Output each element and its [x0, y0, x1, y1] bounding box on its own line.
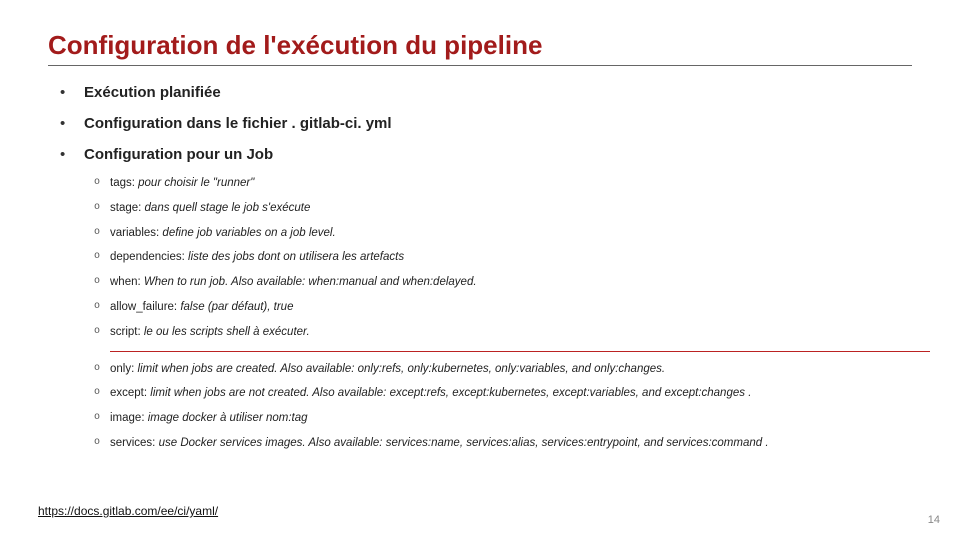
sub-item-tags: tags: pour choisir le "runner": [110, 177, 912, 191]
main-list: Exécution planifiée Configuration dans l…: [48, 84, 912, 163]
sub-item-image: image: image docker à utiliser nom:tag: [110, 412, 912, 426]
sub-list-2: only: limit when jobs are created. Also …: [48, 363, 912, 451]
slide: Configuration de l'exécution du pipeline…: [0, 0, 960, 540]
sub-item-variables: variables: define job variables on a job…: [110, 227, 912, 241]
sub-item-except: except: limit when jobs are not created.…: [110, 387, 912, 401]
sub-item-script: script: le ou les scripts shell à exécut…: [110, 326, 912, 340]
sub-item-stage: stage: dans quell stage le job s'exécute: [110, 202, 912, 216]
sub-item-allowfailure: allow_failure: false (par défaut), true: [110, 301, 912, 315]
sub-list-1: tags: pour choisir le "runner" stage: da…: [48, 177, 912, 340]
sub-item-services: services: use Docker services images. Al…: [110, 437, 912, 451]
sub-item-when: when: When to run job. Also available: w…: [110, 276, 912, 290]
main-item-yml: Configuration dans le fichier . gitlab-c…: [84, 115, 912, 132]
main-item-yml-prefix: Configuration dans le fichier: [84, 115, 287, 132]
footer-link[interactable]: https://docs.gitlab.com/ee/ci/yaml/: [38, 504, 218, 518]
slide-title: Configuration de l'exécution du pipeline: [48, 30, 912, 61]
sub-item-dependencies: dependencies: liste des jobs dont on uti…: [110, 251, 912, 265]
main-item-scheduled: Exécution planifiée: [84, 84, 912, 101]
divider-red: [110, 351, 930, 352]
page-number: 14: [928, 514, 940, 526]
main-item-yml-file: . gitlab-ci. yml: [292, 115, 392, 132]
sub-item-only: only: limit when jobs are created. Also …: [110, 363, 912, 377]
title-underline: [48, 65, 912, 66]
main-item-job: Configuration pour un Job: [84, 146, 912, 163]
